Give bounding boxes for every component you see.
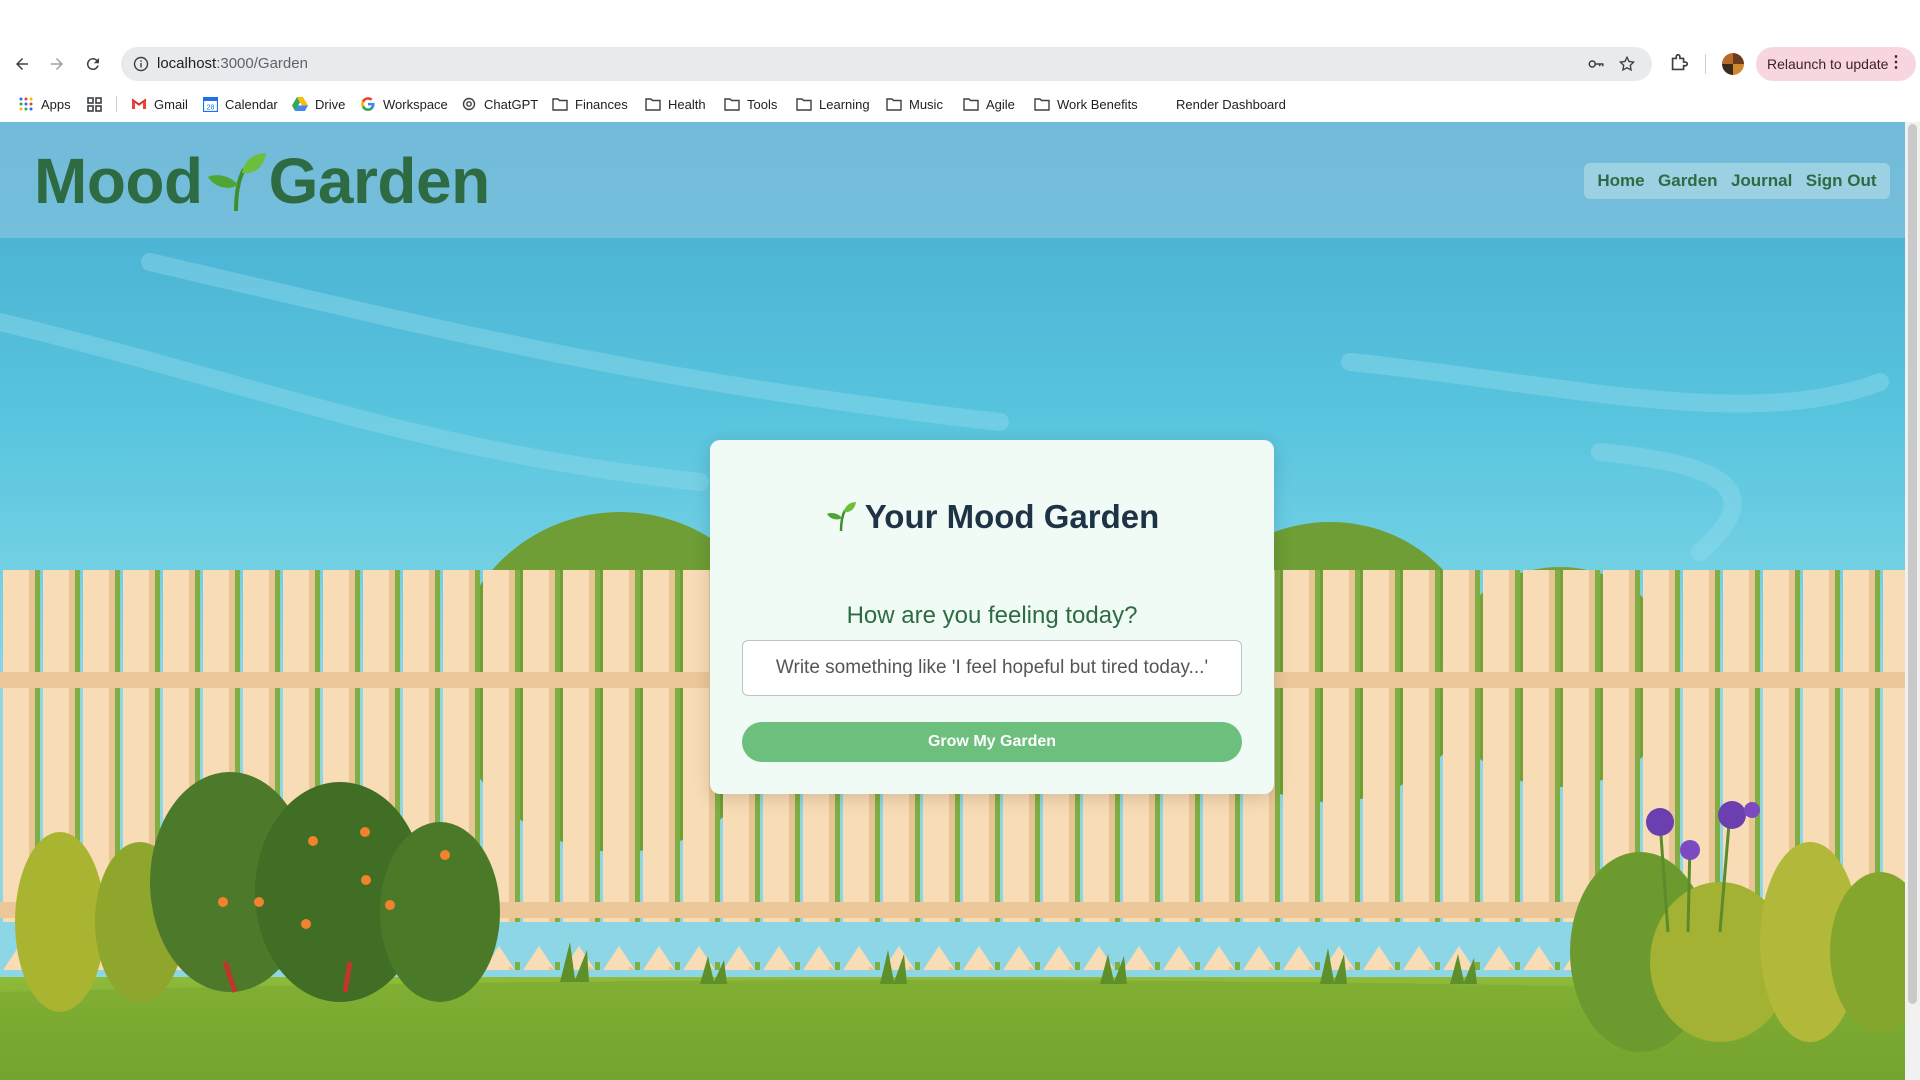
site-info-icon[interactable] (133, 56, 149, 72)
folder-icon (796, 96, 812, 112)
bookmark-label: Work Benefits (1057, 96, 1138, 112)
bookmark-label: ChatGPT (484, 96, 539, 112)
bookmark-label: Health (668, 96, 706, 112)
logo-text-mood: Mood (34, 145, 203, 217)
folder-icon (963, 96, 979, 112)
tab-grid-icon (86, 96, 102, 112)
nav-home[interactable]: Home (1597, 171, 1644, 191)
bookmark-label: Gmail (154, 96, 188, 112)
bookmark-star-icon[interactable] (1618, 55, 1636, 73)
bookmark-label: Learning (819, 96, 870, 112)
folder-icon (1034, 96, 1050, 112)
address-bar[interactable]: localhost:3000/Garden (121, 47, 1652, 81)
bookmark-workspace[interactable]: Workspace (360, 92, 448, 116)
bookmark-label: Render Dashboard (1176, 96, 1286, 112)
google-icon (360, 96, 376, 112)
bookmark-folder-health[interactable]: Health (645, 92, 706, 116)
bookmark-label: Calendar (225, 96, 278, 112)
back-button[interactable] (9, 51, 35, 77)
svg-text:28: 28 (206, 104, 214, 111)
chatgpt-icon (461, 96, 477, 112)
relaunch-to-update-button[interactable]: Relaunch to update ⋮ (1756, 47, 1916, 81)
bookmark-gmail[interactable]: Gmail (131, 92, 188, 116)
site-logo[interactable]: Mood Garden (34, 144, 490, 218)
folder-icon (886, 96, 902, 112)
arrow-right-icon (51, 58, 63, 70)
relaunch-label: Relaunch to update (1767, 56, 1889, 72)
key-icon[interactable] (1587, 55, 1605, 73)
bookmark-label: Drive (315, 96, 346, 112)
arrow-left-icon (16, 58, 28, 70)
calendar-icon: 28 (202, 96, 218, 112)
bookmark-render-dashboard[interactable]: Render Dashboard (1176, 92, 1286, 116)
bookmark-label: Apps (41, 96, 71, 112)
bookmark-folder-finances[interactable]: Finances (552, 92, 628, 116)
bookmark-folder-learning[interactable]: Learning (796, 92, 870, 116)
folder-icon (645, 96, 661, 112)
bookmark-calendar[interactable]: 28 Calendar (202, 92, 278, 116)
nav-journal[interactable]: Journal (1731, 171, 1792, 191)
toolbar-divider (1705, 54, 1706, 74)
sprout-icon (207, 153, 266, 212)
site-header: Mood Garden Home Garden Journal Sign Out (0, 122, 1905, 238)
logo-text-garden: Garden (268, 145, 491, 217)
bookmark-label: Agile (986, 96, 1015, 112)
bookmark-drive[interactable]: Drive (292, 92, 345, 116)
folder-icon (724, 96, 740, 112)
page-viewport: Mood Garden Home Garden Journal Sign Out… (0, 122, 1905, 1080)
gmail-icon (131, 96, 147, 112)
browser-chrome: localhost:3000/Garden Relaunch to update… (0, 0, 1920, 122)
bookmark-label: Music (909, 96, 943, 112)
url-text[interactable]: localhost:3000/Garden (157, 55, 308, 72)
more-menu-icon[interactable]: ⋮ (1888, 55, 1904, 71)
extensions-puzzle-icon[interactable] (1668, 52, 1690, 74)
folder-icon (552, 96, 568, 112)
apps-grid-icon (18, 96, 34, 112)
url-path: :3000/Garden (216, 55, 308, 72)
mood-input[interactable] (742, 640, 1242, 696)
reload-icon (86, 58, 99, 71)
profile-avatar[interactable] (1722, 53, 1744, 75)
bookmarks-separator (116, 96, 117, 112)
bookmark-label: Tools (747, 96, 778, 112)
nav-sign-out[interactable]: Sign Out (1806, 171, 1877, 191)
forward-button[interactable] (44, 51, 70, 77)
bookmark-folder-agile[interactable]: Agile (963, 92, 1015, 116)
mood-question: How are you feeling today? (846, 602, 1138, 629)
bookmarks-bar: Apps Gmail 28 Calendar Drive Workspace C… (0, 92, 1920, 116)
main-nav: Home Garden Journal Sign Out (1584, 163, 1890, 199)
nav-garden[interactable]: Garden (1658, 171, 1718, 191)
card-title-text: Your Mood Garden (864, 498, 1160, 535)
bookmark-folder-work-benefits[interactable]: Work Benefits (1034, 92, 1138, 116)
sprout-icon (826, 502, 856, 532)
drive-icon (292, 96, 308, 112)
reload-button[interactable] (80, 51, 106, 77)
bookmark-folder-music[interactable]: Music (886, 92, 943, 116)
tab-groups-button[interactable] (86, 92, 109, 116)
bookmark-chatgpt[interactable]: ChatGPT (461, 92, 538, 116)
mood-card: Your Mood Garden How are you feeling tod… (710, 440, 1274, 794)
bookmark-label: Workspace (383, 96, 448, 112)
card-title: Your Mood Garden (710, 498, 1274, 536)
bookmark-apps[interactable]: Apps (18, 92, 71, 116)
bookmark-folder-tools[interactable]: Tools (724, 92, 777, 116)
bookmark-label: Finances (575, 96, 628, 112)
url-host: localhost (157, 55, 217, 72)
scrollbar-thumb[interactable] (1908, 124, 1917, 1004)
grow-my-garden-button[interactable]: Grow My Garden (742, 722, 1242, 762)
